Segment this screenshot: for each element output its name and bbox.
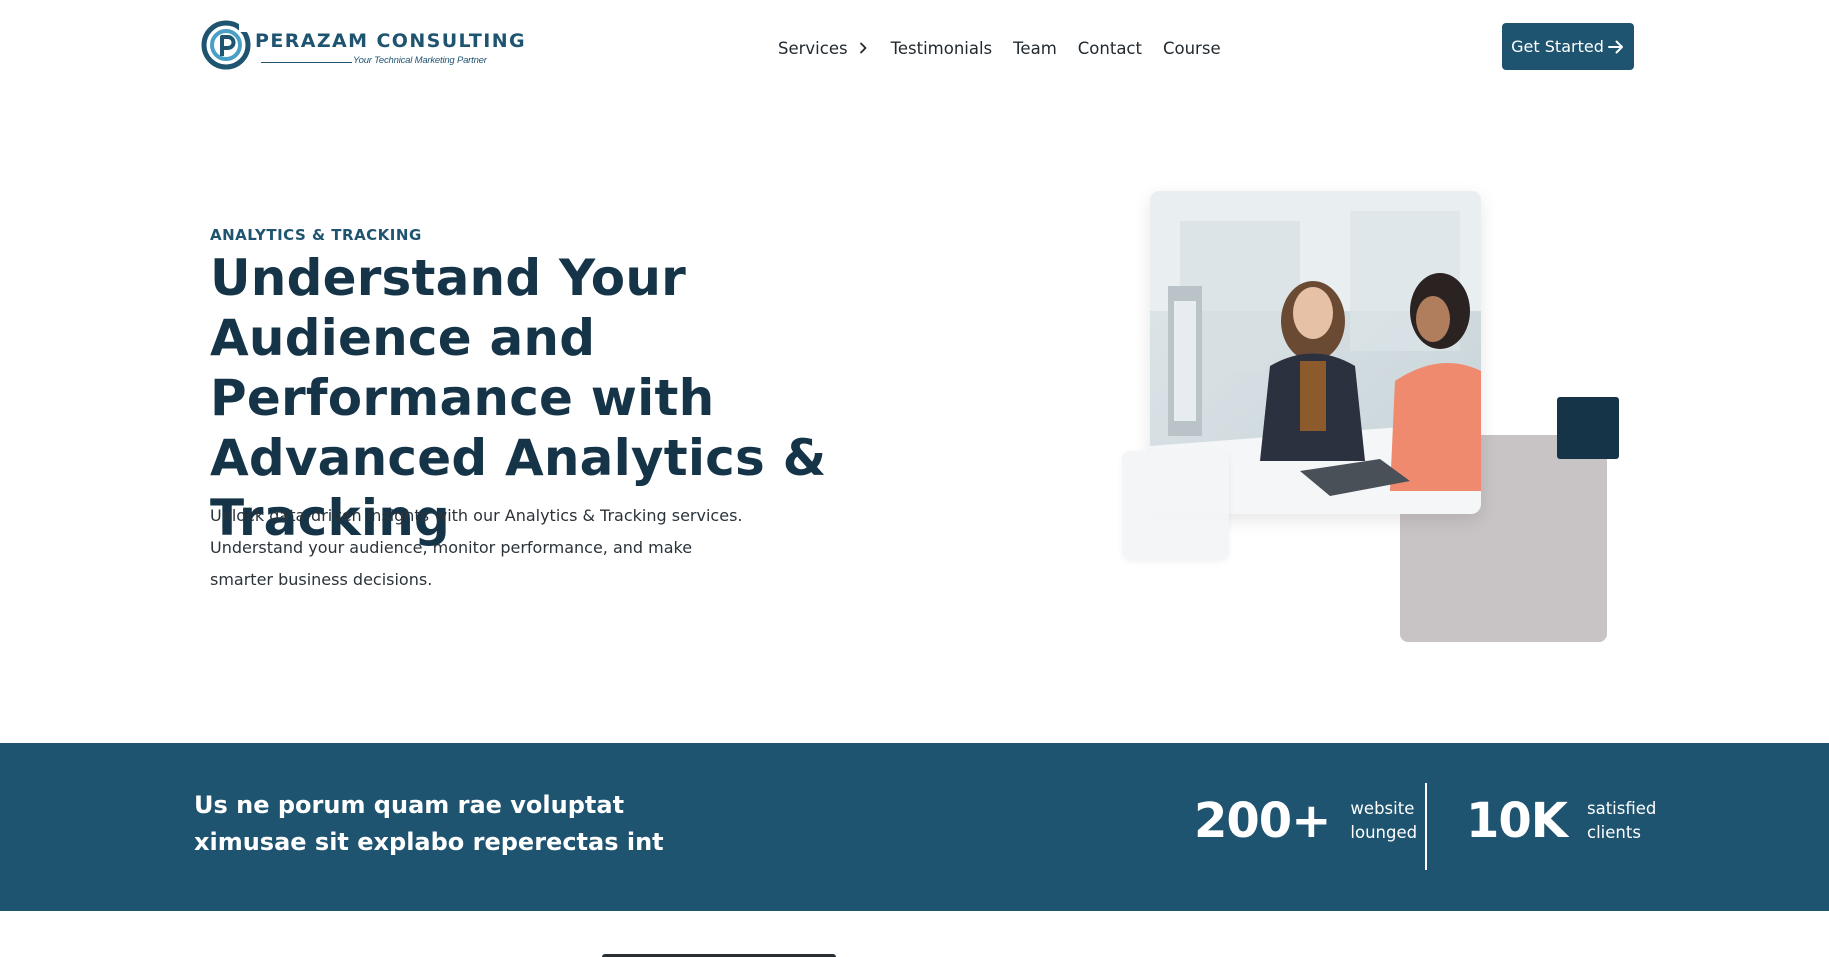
stat-divider [1425, 783, 1427, 870]
stat-label: satisfied clients [1587, 799, 1657, 842]
hero-description: Unlock data-driven insights with our Ana… [210, 506, 743, 589]
nav-item-label: Services [778, 38, 848, 58]
nav-item-contact[interactable]: Contact [1078, 39, 1142, 58]
stat-number: 10K [1466, 793, 1568, 849]
band-headline: Us ne porum quam rae voluptat ximusae si… [194, 791, 664, 856]
logo-tagline: Your Technical Marketing Partner [353, 55, 487, 66]
logo-mark-icon [201, 20, 251, 70]
get-started-button[interactable]: Get Started [1502, 23, 1634, 70]
nav-item-services[interactable]: Services [778, 39, 870, 58]
stats-band: Us ne porum quam rae voluptat ximusae si… [0, 743, 1829, 911]
brand-logo[interactable]: PERAZAM CONSULTING Your Technical Market… [201, 18, 525, 72]
chevron-right-icon [859, 42, 866, 54]
stat-websites: 200+ website lounged [1194, 791, 1430, 851]
nav-item-team[interactable]: Team [1013, 39, 1057, 58]
get-started-label: Get Started [1511, 37, 1604, 56]
decor-tile-light [1122, 451, 1229, 560]
stat-number: 200+ [1194, 793, 1331, 849]
main-nav: Services Testimonials Team Contact Cours… [778, 36, 1221, 60]
arrow-right-icon [1607, 40, 1623, 53]
nav-item-testimonials[interactable]: Testimonials [891, 39, 993, 58]
logo-name: PERAZAM CONSULTING [255, 30, 527, 52]
stat-clients: 10K satisfied clients [1466, 791, 1667, 851]
nav-item-course[interactable]: Course [1163, 39, 1221, 58]
site-header: PERAZAM CONSULTING Your Technical Market… [0, 0, 1829, 94]
logo-divider [261, 62, 352, 63]
decor-tile-navy [1557, 397, 1619, 459]
hero-eyebrow: ANALYTICS & TRACKING [210, 226, 422, 244]
hero-visual [1110, 185, 1630, 645]
stat-label: website lounged [1350, 799, 1418, 842]
